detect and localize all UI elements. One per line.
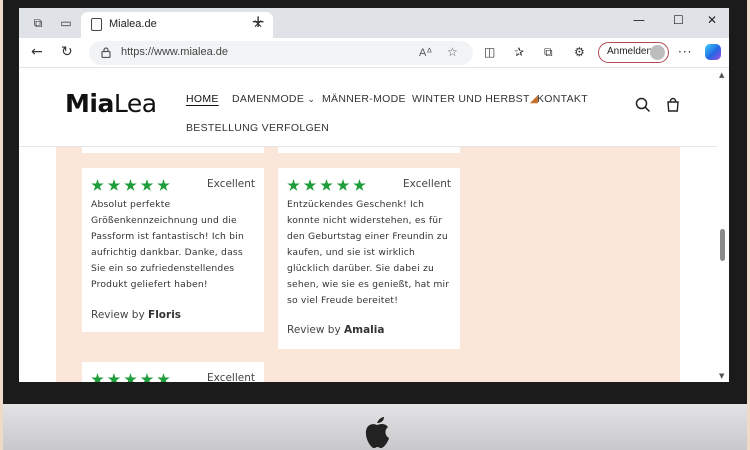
nav-home[interactable]: HOME — [186, 93, 219, 105]
address-field[interactable]: https://www.mialea.de Aᐞ ☆ — [89, 41, 473, 65]
star-icon — [157, 373, 170, 382]
review-line: Produkt geliefert haben! — [91, 279, 208, 290]
scroll-up-icon[interactable]: ▲ — [719, 71, 724, 79]
review-line: Größenkennzeichnung und die — [91, 215, 237, 226]
chevron-down-icon: ⌄ — [307, 94, 316, 104]
read-aloud-icon[interactable]: Aᐞ — [419, 46, 432, 59]
review-line: glücklich darüber. Sie dabei zu — [287, 263, 435, 274]
lock-icon — [101, 47, 111, 58]
reviews-section: Excellent Absolut perfekte Größenkennzei… — [56, 137, 680, 382]
avatar — [650, 45, 665, 60]
nav-damenmode-label: DAMENMODE — [232, 93, 305, 105]
page-scrollbar[interactable]: ▲ ▼ — [717, 69, 729, 382]
review-author: Review by Amalia — [287, 324, 384, 336]
tab-actions-icon[interactable]: ▭ — [59, 16, 73, 30]
star-icon — [353, 179, 366, 191]
star-icon — [157, 179, 170, 191]
review-line: Passform ist fantastisch! Ich bin — [91, 231, 244, 242]
star-icon — [107, 179, 121, 191]
signin-label: Anmelden — [607, 46, 653, 57]
star-icon — [107, 373, 121, 382]
logo-part-mia: Mia — [65, 89, 114, 118]
review-line: Entzückendes Geschenk! Ich — [287, 199, 425, 210]
browser-window: ⧉ ▭ Mialea.de ✕ + — ☐ ✕ ← ↻ https://www.… — [19, 8, 729, 382]
tab-bar: ⧉ ▭ Mialea.de ✕ + — ☐ ✕ — [19, 8, 729, 38]
author-name: Floris — [148, 309, 182, 321]
review-line: kaufen, und sie ist wirklich — [287, 247, 416, 258]
star-icon — [320, 179, 333, 191]
apple-logo-icon — [365, 417, 389, 448]
nav-winter-label: WINTER UND HERBST — [412, 93, 530, 105]
maximize-button[interactable]: ☐ — [673, 13, 684, 27]
page-viewport: MiaLea HOME DAMENMODE ⌄ MÄNNER-MODE WINT… — [19, 69, 717, 382]
collections-icon[interactable]: ⧉ — [544, 45, 553, 60]
workspaces-icon[interactable]: ⧉ — [31, 16, 45, 30]
rating-label: Excellent — [207, 372, 255, 382]
star-icon — [336, 179, 350, 191]
review-card: Excellent — [82, 362, 264, 382]
review-by-prefix: Review by — [287, 324, 341, 336]
split-screen-icon[interactable]: ◫ — [484, 45, 495, 59]
star-icon — [287, 179, 300, 191]
star-icon — [124, 373, 137, 382]
favorites-icon[interactable]: ✰ — [514, 45, 524, 59]
star-icon — [124, 179, 137, 191]
url-text: https://www.mialea.de — [121, 46, 228, 58]
review-card: Excellent Entzückendes Geschenk! Ich kon… — [278, 168, 460, 349]
nav-maennermode[interactable]: MÄNNER-MODE — [322, 93, 406, 105]
review-line: aufrichtig dankbar. Danke, dass — [91, 247, 243, 258]
cart-icon[interactable] — [665, 97, 681, 113]
review-by-prefix: Review by — [91, 309, 145, 321]
logo-part-lea: Lea — [113, 89, 157, 118]
review-line: den Geburtstag einer Freundin zu — [287, 231, 448, 242]
review-line: Sie ein so zufriedenstellendes — [91, 263, 235, 274]
review-line: sehen, wie sie es genießt, hat mir — [287, 279, 450, 290]
rating-label: Excellent — [207, 178, 255, 190]
review-line: konnte nicht widerstehen, es für — [287, 215, 443, 226]
new-tab-button[interactable]: + — [251, 13, 265, 31]
review-line: Absolut perfekte — [91, 199, 171, 210]
back-arrow-icon[interactable]: ← — [31, 44, 43, 60]
scroll-down-icon[interactable]: ▼ — [719, 372, 724, 380]
tab-title: Mialea.de — [109, 18, 157, 30]
copilot-icon[interactable] — [705, 44, 721, 60]
review-card: Excellent Absolut perfekte Größenkennzei… — [82, 168, 264, 332]
star-rating — [287, 177, 370, 191]
minimize-button[interactable]: — — [633, 13, 645, 27]
star-rating — [91, 177, 174, 191]
signin-button[interactable]: Anmelden — [598, 42, 669, 63]
reload-icon[interactable]: ↻ — [61, 44, 73, 60]
star-icon — [91, 179, 104, 191]
rating-label: Excellent — [403, 178, 451, 190]
more-options-icon[interactable]: ··· — [678, 45, 692, 59]
nav-winter[interactable]: WINTER UND HERBST◢ — [412, 93, 538, 105]
star-icon — [303, 179, 317, 191]
star-icon — [91, 373, 104, 382]
page-icon — [91, 18, 102, 31]
nav-damenmode[interactable]: DAMENMODE ⌄ — [232, 93, 315, 105]
site-logo[interactable]: MiaLea — [65, 89, 157, 118]
review-line: so viel Freude bereitet! — [287, 295, 399, 306]
extensions-icon[interactable]: ⚙ — [574, 45, 585, 59]
star-rating — [91, 371, 174, 382]
site-header: MiaLea HOME DAMENMODE ⌄ MÄNNER-MODE WINT… — [19, 69, 717, 147]
search-icon[interactable] — [635, 97, 651, 113]
star-icon — [140, 179, 154, 191]
close-window-button[interactable]: ✕ — [707, 13, 717, 27]
review-author: Review by Floris — [91, 309, 181, 321]
nav-bestellung[interactable]: BESTELLUNG VERFOLGEN — [186, 122, 329, 134]
review-text: Absolut perfekte Größenkennzeichnung und… — [91, 197, 244, 293]
author-name: Amalia — [344, 324, 385, 336]
address-toolbar: ← ↻ https://www.mialea.de Aᐞ ☆ ◫ ✰ ⧉ ⚙ A… — [19, 38, 729, 68]
favorite-star-icon[interactable]: ☆ — [447, 45, 458, 59]
tab-mialea[interactable]: Mialea.de ✕ — [81, 12, 273, 38]
nav-kontakt[interactable]: KONTAKT — [537, 93, 588, 105]
scrollbar-thumb[interactable] — [720, 229, 725, 261]
review-text: Entzückendes Geschenk! Ich konnte nicht … — [287, 197, 449, 309]
star-icon — [140, 373, 154, 382]
